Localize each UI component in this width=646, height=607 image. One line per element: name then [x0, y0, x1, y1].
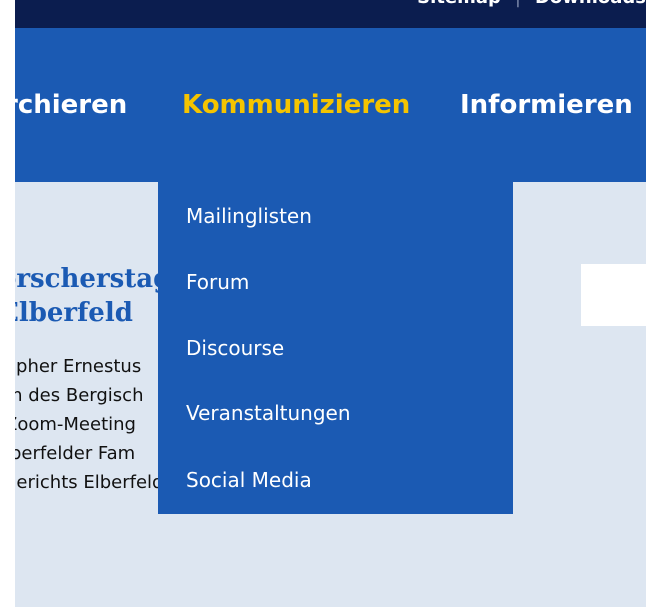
sitemap-link[interactable]: Sitemap	[417, 0, 501, 8]
menu-item-social-media[interactable]: Social Media	[186, 467, 312, 493]
main-navigation: rchieren Kommunizieren Informieren	[5, 28, 646, 182]
menu-item-discourse[interactable]: Discourse	[186, 335, 284, 361]
utility-bar: Sitemap | Downloads	[15, 0, 646, 28]
utility-links: Sitemap | Downloads	[417, 0, 646, 8]
side-panel	[581, 264, 646, 326]
menu-item-veranstaltungen[interactable]: Veranstaltungen	[186, 400, 351, 426]
menu-item-forum[interactable]: Forum	[186, 269, 249, 295]
nav-item-informieren[interactable]: Informieren	[460, 88, 633, 122]
utility-separator: |	[515, 0, 521, 8]
menu-item-mailinglisten[interactable]: Mailinglisten	[186, 203, 312, 229]
nav-item-recherchieren[interactable]: rchieren	[5, 88, 127, 122]
downloads-link[interactable]: Downloads	[535, 0, 646, 8]
kommunizieren-dropdown-menu: Mailinglisten Forum Discourse Veranstalt…	[158, 182, 513, 514]
nav-item-kommunizieren[interactable]: Kommunizieren	[182, 88, 410, 122]
